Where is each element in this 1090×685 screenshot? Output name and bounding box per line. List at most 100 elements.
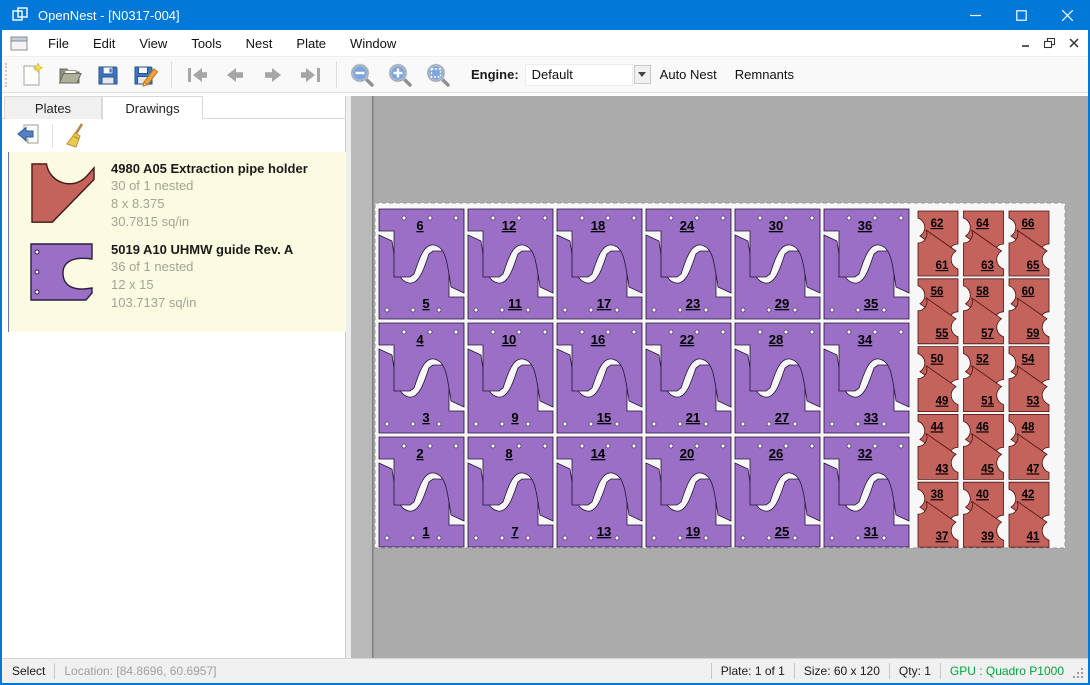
svg-text:25: 25 (775, 524, 789, 539)
svg-text:51: 51 (981, 396, 994, 408)
svg-text:59: 59 (1027, 328, 1040, 340)
svg-text:2: 2 (416, 446, 423, 461)
svg-text:16: 16 (591, 332, 605, 347)
svg-text:42: 42 (1022, 489, 1035, 501)
drawing-thumbnail-red (15, 158, 111, 231)
drawing-thumbnail-purple (15, 239, 111, 312)
engine-combobox[interactable]: Default (525, 63, 651, 87)
go-previous-icon[interactable] (222, 62, 248, 88)
menu-bar: FileEditViewToolsNestPlateWindow (2, 30, 1088, 57)
part-pair-44-43[interactable]: 44 43 (918, 414, 958, 479)
app-logo-icon (12, 7, 28, 23)
mdi-restore-button[interactable] (1040, 34, 1060, 52)
part-pair-66-65[interactable]: 6665 (1009, 211, 1049, 276)
status-qty: Qty: 1 (899, 664, 931, 678)
svg-text:10: 10 (502, 332, 516, 347)
zoom-out-icon[interactable] (349, 62, 375, 88)
svg-text:43: 43 (936, 463, 949, 475)
tab-plates[interactable]: Plates (4, 96, 102, 119)
document-window-icon[interactable] (10, 36, 28, 51)
svg-text:60: 60 (1022, 286, 1035, 298)
part-pair-38-37[interactable]: 3837 (918, 482, 958, 547)
svg-text:35: 35 (864, 296, 878, 311)
svg-text:7: 7 (511, 524, 518, 539)
part-pair-62-61[interactable]: 6261 (918, 211, 958, 276)
part-pair-50-49[interactable]: 5049 (918, 347, 958, 412)
part-pair-60-59[interactable]: 60 59 (1009, 279, 1049, 344)
go-next-icon[interactable] (260, 62, 286, 88)
clean-broom-icon[interactable] (63, 123, 89, 149)
minimize-button[interactable] (952, 0, 998, 30)
drawings-list: 4980 A05 Extraction pipe holder 30 of 1 … (8, 152, 346, 332)
svg-text:17: 17 (597, 296, 611, 311)
svg-text:62: 62 (931, 218, 944, 230)
open-file-icon[interactable] (57, 62, 83, 88)
close-button[interactable] (1044, 0, 1090, 30)
save-icon[interactable] (95, 62, 121, 88)
nest-canvas[interactable]: 6512111817242330293635431091615222128273… (346, 96, 1088, 658)
svg-text:66: 66 (1022, 218, 1035, 230)
mdi-minimize-button[interactable] (1016, 34, 1036, 52)
part-pair-56-55[interactable]: 5655 (918, 279, 958, 344)
drawing-list-item[interactable]: 4980 A05 Extraction pipe holder 30 of 1 … (15, 158, 346, 231)
part-pair-46-45[interactable]: 4645 (964, 414, 1004, 479)
menu-item-nest[interactable]: Nest (234, 32, 285, 55)
menu-item-file[interactable]: File (36, 32, 81, 55)
drawing-nested-count: 30 of 1 nested (111, 177, 308, 195)
part-pair-40-39[interactable]: 4039 (964, 482, 1004, 547)
part-pair-52-51[interactable]: 5251 (964, 347, 1004, 412)
part-pair-64-63[interactable]: 64 63 (964, 211, 1004, 276)
mdi-close-button[interactable] (1064, 34, 1084, 52)
part-pair-58-57[interactable]: 5857 (964, 279, 1004, 344)
svg-text:63: 63 (981, 260, 994, 272)
tab-drawings[interactable]: Drawings (102, 96, 203, 120)
sidebar-panel: Plates Drawings (2, 96, 346, 658)
send-back-icon[interactable] (16, 123, 42, 149)
menu-item-window[interactable]: Window (338, 32, 408, 55)
opennest-window: { "window": { "title": "OpenNest - [N031… (0, 0, 1090, 685)
svg-text:55: 55 (936, 328, 949, 340)
svg-text:9: 9 (511, 410, 518, 425)
svg-text:64: 64 (976, 218, 989, 230)
svg-text:28: 28 (769, 332, 783, 347)
resize-grip-icon[interactable] (1072, 667, 1084, 682)
menu-item-view[interactable]: View (127, 32, 179, 55)
part-pair-54-53[interactable]: 5453 (1009, 347, 1049, 412)
drawing-nested-count: 36 of 1 nested (111, 258, 293, 276)
svg-text:57: 57 (981, 328, 994, 340)
svg-text:26: 26 (769, 446, 783, 461)
go-last-icon[interactable] (298, 62, 324, 88)
remnants-button[interactable]: Remnants (726, 62, 803, 87)
toolbar-grip[interactable] (5, 63, 9, 87)
engine-dropdown-arrow-icon[interactable] (634, 65, 651, 84)
zoom-in-icon[interactable] (387, 62, 413, 88)
part-pair-42-41[interactable]: 4241 (1009, 482, 1049, 547)
maximize-button[interactable] (998, 0, 1044, 30)
new-file-icon[interactable] (19, 62, 45, 88)
status-size: Size: 60 x 120 (804, 664, 880, 678)
go-first-icon[interactable] (184, 62, 210, 88)
zoom-fit-icon[interactable] (425, 62, 451, 88)
part-pair-48-47[interactable]: 4847 (1009, 414, 1049, 479)
svg-text:39: 39 (981, 531, 994, 543)
svg-text:13: 13 (597, 524, 611, 539)
svg-text:12: 12 (502, 218, 516, 233)
drawing-size: 8 x 8.375 (111, 195, 308, 213)
menu-item-tools[interactable]: Tools (179, 32, 233, 55)
svg-text:22: 22 (680, 332, 694, 347)
engine-value[interactable]: Default (525, 64, 633, 86)
drawing-area: 103.7137 sq/in (111, 294, 293, 312)
auto-nest-button[interactable]: Auto Nest (651, 62, 726, 87)
save-as-icon[interactable] (133, 62, 159, 88)
svg-text:3: 3 (422, 410, 429, 425)
drawing-area: 30.7815 sq/in (111, 213, 308, 231)
svg-text:48: 48 (1022, 421, 1035, 433)
menu-item-plate[interactable]: Plate (284, 32, 338, 55)
drawing-list-item[interactable]: 5019 A10 UHMW guide Rev. A 36 of 1 neste… (15, 239, 346, 312)
svg-text:8: 8 (505, 446, 512, 461)
svg-text:31: 31 (864, 524, 878, 539)
menu-item-edit[interactable]: Edit (81, 32, 127, 55)
svg-text:44: 44 (931, 421, 944, 433)
svg-text:37: 37 (936, 531, 949, 543)
engine-label: Engine: (471, 67, 519, 82)
